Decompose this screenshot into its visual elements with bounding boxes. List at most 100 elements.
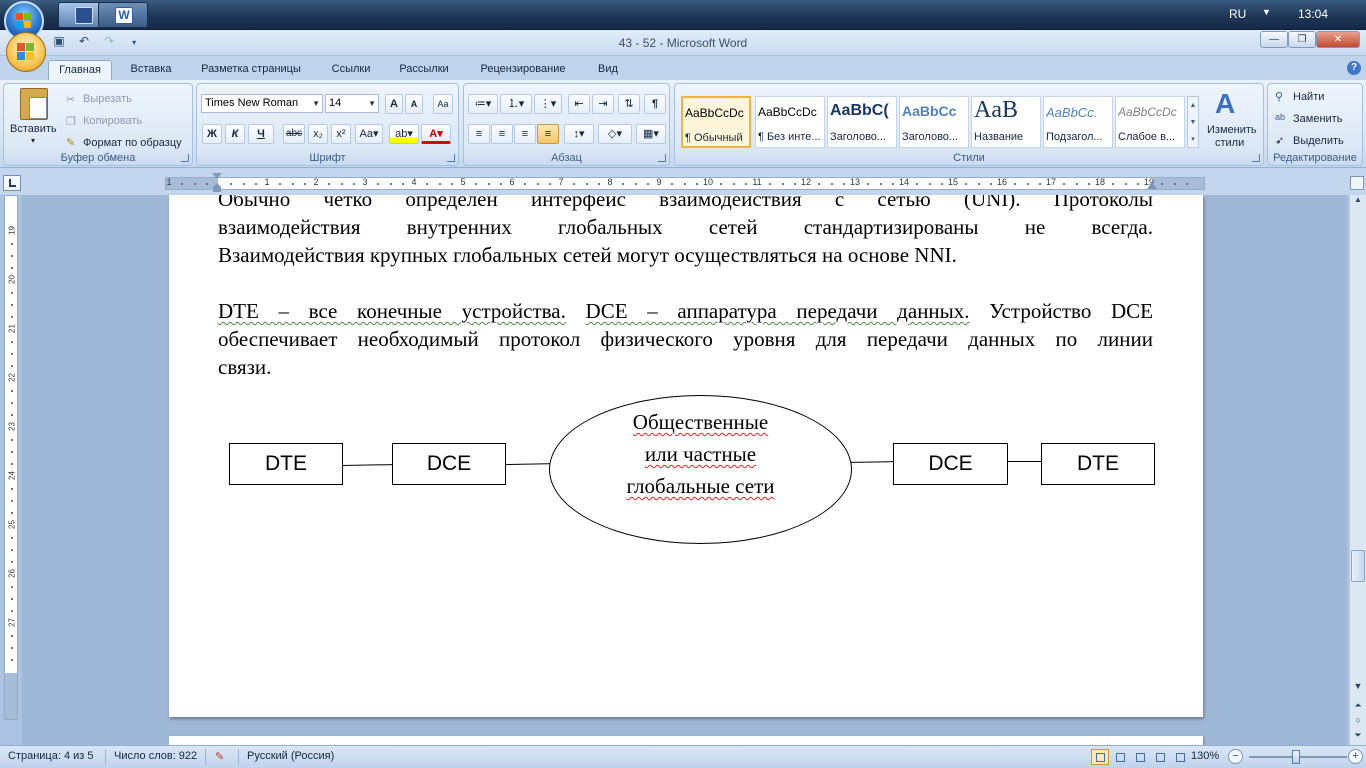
align-right-button[interactable]: ≡ [514,124,536,144]
align-left-button[interactable]: ≡ [468,124,490,144]
paste-dropdown-icon[interactable]: ▾ [31,136,35,145]
paragraph-launcher-icon[interactable] [658,154,666,162]
vertical-ruler[interactable]: 19 20 21 22 23 24 25 26 27 [4,195,18,720]
left-indent-marker[interactable] [212,183,222,193]
change-styles-label-2[interactable]: стили [1215,137,1244,149]
clock[interactable]: 13:04 [1298,7,1328,21]
numbering-button[interactable]: ⒈▾ [500,94,532,114]
tab-page-layout[interactable]: Разметка страницы [190,60,312,80]
paragraph-2[interactable]: DTE – все конечные устройства. DCE – апп… [218,297,1153,381]
tab-view[interactable]: Вид [588,60,628,80]
find-button[interactable]: Найти [1293,91,1324,103]
office-button[interactable] [6,32,46,72]
copy-button[interactable]: Копировать [83,115,142,127]
format-painter-button[interactable]: Формат по образцу [83,137,182,149]
shrink-font-button[interactable]: A [405,94,423,114]
styles-scroll[interactable]: ▲ ▼ ▾ [1187,96,1199,148]
font-color-button[interactable]: A▾ [421,124,451,144]
style-subtle-emphasis[interactable]: AaBbCcDc Слабое в... [1115,96,1185,148]
highlight-color-button[interactable]: ab▾ [389,124,419,144]
style-title[interactable]: AaB Название [971,96,1041,148]
change-styles-label[interactable]: Изменить [1207,124,1257,136]
line-spacing-button[interactable]: ↕▾ [564,124,594,144]
font-name-select[interactable]: Times New Roman ▼ [201,94,323,113]
cut-button[interactable]: Вырезать [83,93,132,105]
multilevel-list-button[interactable]: ⋮▾ [534,94,562,114]
increase-indent-button[interactable]: ⇥ [592,94,614,114]
style-no-spacing[interactable]: AaBbCcDc ¶ Без инте... [755,96,825,148]
zoom-in-icon[interactable]: + [1348,749,1363,764]
left-dte-box[interactable]: DTE [229,443,343,485]
bullets-button[interactable]: ≔▾ [468,94,498,114]
borders-button[interactable]: ▦▾ [636,124,666,144]
style-normal[interactable]: AaBbCcDc ¶ Обычный [681,96,751,148]
help-icon[interactable]: ? [1347,61,1361,75]
zoom-level[interactable]: 130% [1191,750,1219,762]
draft-view-icon[interactable] [1171,749,1189,765]
page-count[interactable]: Страница: 4 из 5 [8,750,94,762]
strikethrough-button[interactable]: abc [283,124,305,144]
document-page[interactable]: Обычно четко определен интерфейс взаимод… [169,195,1203,717]
font-launcher-icon[interactable] [447,154,455,162]
styles-launcher-icon[interactable] [1252,154,1260,162]
tab-insert[interactable]: Вставка [120,60,182,80]
previous-page-icon[interactable]: ⏶ [1350,697,1366,713]
tab-mailings[interactable]: Рассылки [390,60,458,80]
right-dce-box[interactable]: DCE [893,443,1008,485]
tab-review[interactable]: Рецензирование [470,60,576,80]
shading-button[interactable]: ◇▾ [598,124,632,144]
language-indicator[interactable]: RU [1229,7,1246,21]
paste-button[interactable]: Вставить [10,123,57,135]
close-button[interactable]: ✕ [1316,31,1360,48]
zoom-slider-thumb[interactable] [1292,750,1300,764]
bold-button[interactable]: Ж [202,124,222,144]
proofing-icon[interactable]: ✎ [215,750,224,763]
superscript-button[interactable]: x² [331,124,351,144]
show-formatting-button[interactable]: ¶ [644,94,666,114]
full-screen-reading-icon[interactable] [1111,749,1129,765]
right-indent-marker[interactable] [1147,182,1157,189]
chevron-down-icon[interactable]: ▼ [1262,7,1271,17]
clipboard-launcher-icon[interactable] [181,154,189,162]
change-case-button[interactable]: Aa▾ [355,124,383,144]
font-size-select[interactable]: 14 ▼ [325,94,379,113]
select-button[interactable]: Выделить [1293,135,1344,147]
first-line-indent-marker[interactable] [212,173,222,179]
scroll-thumb[interactable] [1351,550,1365,582]
next-page-icon[interactable]: ⏷ [1350,727,1366,743]
style-heading-1[interactable]: AaBbC( Заголово... [827,96,897,148]
horizontal-ruler[interactable]: 1 2 3 4 5 6 7 8 9 10 11 12 13 14 15 16 17 18 19 1 [165,177,1205,190]
paste-icon[interactable] [20,88,48,120]
tab-selector-button[interactable] [3,175,21,191]
browse-object-icon[interactable]: ○ [1350,712,1366,728]
view-ruler-button[interactable] [1350,176,1364,190]
clear-formatting-button[interactable]: Aa [433,94,453,114]
subscript-button[interactable]: x₂ [308,124,328,144]
replace-button[interactable]: Заменить [1293,113,1342,125]
outline-view-icon[interactable] [1151,749,1169,765]
paragraph-1[interactable]: Обычно четко определен интерфейс взаимод… [218,195,1153,269]
justify-button[interactable]: ≡ [537,124,559,144]
print-layout-view-icon[interactable] [1091,749,1109,765]
maximize-button[interactable]: ❐ [1288,31,1316,48]
minimize-button[interactable]: — [1260,31,1288,48]
italic-button[interactable]: К [225,124,245,144]
taskbar-word-button[interactable]: W [98,2,148,28]
vertical-scrollbar[interactable]: ▲ ▼ ⏶ ○ ⏷ [1349,195,1366,745]
left-dce-box[interactable]: DCE [392,443,506,485]
word-count[interactable]: Число слов: 922 [114,750,197,762]
scroll-up-icon[interactable]: ▲ [1350,195,1366,211]
style-heading-2[interactable]: AaBbCc Заголово... [899,96,969,148]
grow-font-button[interactable]: A [385,94,403,114]
underline-button[interactable]: Ч [248,124,274,144]
style-subtitle[interactable]: AaBbCc. Подзагол... [1043,96,1113,148]
tab-references[interactable]: Ссылки [322,60,380,80]
scroll-down-icon[interactable]: ▼ [1350,678,1366,694]
language-status[interactable]: Русский (Россия) [247,750,334,762]
web-layout-icon[interactable] [1131,749,1149,765]
zoom-out-icon[interactable]: − [1228,749,1243,764]
right-dte-box[interactable]: DTE [1041,443,1155,485]
decrease-indent-button[interactable]: ⇤ [568,94,590,114]
align-center-button[interactable]: ≡ [491,124,513,144]
sort-button[interactable]: ⇅ [618,94,640,114]
